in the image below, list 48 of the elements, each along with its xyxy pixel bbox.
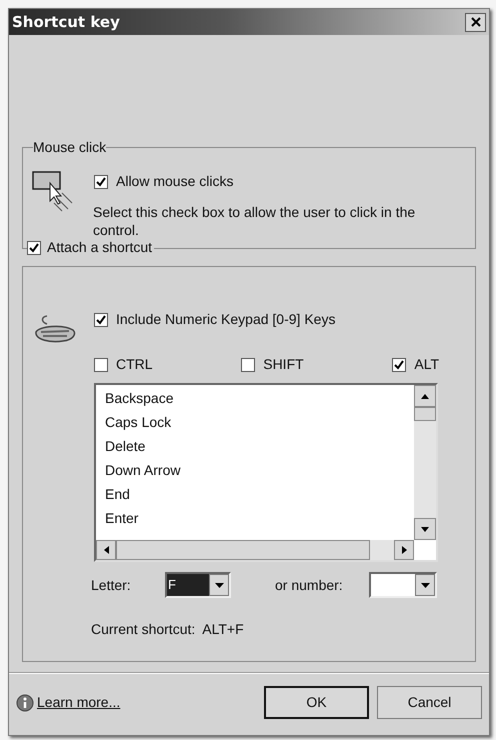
- scroll-thumb[interactable]: [414, 407, 436, 421]
- key-list-item[interactable]: End: [104, 482, 131, 506]
- key-list-item[interactable]: Delete: [104, 434, 146, 458]
- letter-label: Letter:: [91, 576, 132, 594]
- allow-clicks-checkbox[interactable]: [94, 174, 108, 188]
- scroll-up-button[interactable]: [414, 385, 436, 407]
- checkbox-label: ALT: [414, 355, 439, 374]
- key-list-item[interactable]: Enter: [104, 506, 140, 530]
- description-text: Select this check box to allow the user to click in the control.: [93, 203, 416, 239]
- dialog-button[interactable]: Cancel: [377, 686, 482, 719]
- dialog-button[interactable]: OK: [264, 686, 369, 719]
- scroll-thumb[interactable]: [116, 540, 370, 560]
- key-list-item[interactable]: Down Arrow: [104, 458, 182, 482]
- vertical-scrollbar[interactable]: [414, 385, 436, 540]
- up-arrow-icon: [421, 394, 429, 398]
- modifier-checkbox[interactable]: [241, 358, 256, 372]
- window-title: Shortcut key: [12, 12, 120, 33]
- attach-shortcut-checkbox[interactable]: [27, 240, 41, 254]
- modifier-checkbox[interactable]: [94, 358, 108, 372]
- scroll-right-button[interactable]: [394, 540, 414, 560]
- horizontal-scrollbar[interactable]: [96, 540, 414, 560]
- key-list[interactable]: Backspace Caps Lock Delete Down Arrow End Enter: [94, 383, 438, 562]
- number-dropdown[interactable]: [369, 572, 437, 598]
- key-list-item[interactable]: Caps Lock: [104, 410, 172, 434]
- checkbox-label: Attach a shortcut: [47, 238, 152, 257]
- current-shortcut-text: Current shortcut: ALT+F: [91, 620, 244, 639]
- left-arrow-icon: [104, 546, 108, 554]
- group-label: Mouse click: [33, 138, 106, 157]
- keypad-checkbox[interactable]: [94, 312, 108, 326]
- scroll-down-button[interactable]: [414, 518, 436, 540]
- down-arrow-icon: [421, 526, 429, 532]
- checkbox-label: SHIFT: [263, 355, 304, 374]
- letter-dropdown[interactable]: F: [165, 572, 231, 598]
- number-label: or number:: [275, 576, 344, 594]
- close-icon: [470, 17, 480, 27]
- dropdown-arrow-icon: [420, 582, 430, 588]
- modifier-checkbox[interactable]: [392, 358, 406, 372]
- checkbox-label: CTRL: [116, 355, 153, 374]
- learn-more-link[interactable]: Learn more...: [37, 692, 120, 713]
- checkbox-label: Allow mouse clicks: [116, 172, 234, 191]
- close-button[interactable]: [465, 12, 486, 32]
- dropdown-arrow-icon: [214, 582, 224, 588]
- keyboard-icon: [33, 314, 77, 344]
- right-arrow-icon: [402, 546, 406, 554]
- key-list-item[interactable]: Backspace: [104, 386, 174, 410]
- scroll-left-button[interactable]: [96, 540, 116, 560]
- checkbox-label: Include Numeric Keypad [0-9] Keys: [116, 310, 336, 329]
- info-icon: [16, 694, 34, 712]
